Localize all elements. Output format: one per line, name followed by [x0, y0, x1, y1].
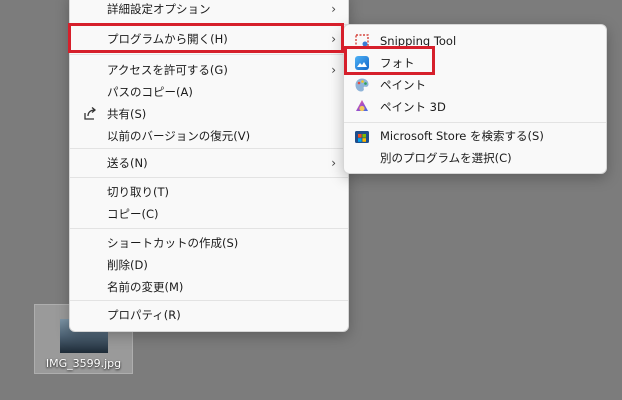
menu-item-label: 共有(S) — [107, 107, 147, 121]
menu-item-label: ショートカットの作成(S) — [107, 236, 239, 250]
paint-3d-icon — [356, 100, 368, 112]
menu-item-label: 以前のバージョンの復元(V) — [107, 129, 251, 143]
menu-item-delete[interactable]: 削除(D) — [70, 254, 348, 276]
share-icon — [84, 107, 97, 120]
submenu-item-choose-another-app[interactable]: 別のプログラムを選択(C) — [344, 147, 606, 169]
menu-item-advanced-options[interactable]: 詳細設定オプション › — [70, 0, 348, 20]
microsoft-store-icon — [355, 131, 369, 143]
chevron-right-icon: › — [331, 2, 336, 16]
menu-item-label: Microsoft Store を検索する(S) — [380, 129, 544, 143]
menu-item-label: 名前の変更(M) — [107, 280, 184, 294]
submenu-item-microsoft-store[interactable]: Microsoft Store を検索する(S) — [344, 125, 606, 147]
chevron-right-icon: › — [331, 156, 336, 170]
menu-separator — [344, 122, 606, 123]
menu-item-share[interactable]: 共有(S) — [70, 103, 348, 125]
menu-item-copy-path[interactable]: パスのコピー(A) — [70, 81, 348, 103]
menu-item-cut[interactable]: 切り取り(T) — [70, 181, 348, 203]
menu-item-label: パスのコピー(A) — [107, 85, 193, 99]
menu-separator — [70, 300, 348, 301]
menu-item-send-to[interactable]: 送る(N) › — [70, 152, 348, 174]
menu-item-properties[interactable]: プロパティ(R) — [70, 304, 348, 326]
chevron-right-icon: › — [331, 63, 336, 77]
menu-item-label: 送る(N) — [107, 156, 148, 170]
menu-item-rename[interactable]: 名前の変更(M) — [70, 276, 348, 298]
menu-separator — [70, 228, 348, 229]
highlight-box-photos — [344, 46, 435, 75]
menu-item-label: プロパティ(R) — [107, 308, 181, 322]
menu-item-label: コピー(C) — [107, 207, 159, 221]
menu-item-label: アクセスを許可する(G) — [107, 63, 228, 77]
menu-separator — [70, 177, 348, 178]
menu-item-label: 別のプログラムを選択(C) — [380, 151, 512, 165]
menu-item-label: ペイント — [380, 78, 426, 92]
menu-item-label: 詳細設定オプション — [107, 2, 211, 16]
menu-item-restore-previous-versions[interactable]: 以前のバージョンの復元(V) — [70, 125, 348, 147]
submenu-item-paint[interactable]: ペイント — [344, 74, 606, 96]
submenu-item-paint-3d[interactable]: ペイント 3D — [344, 96, 606, 118]
menu-item-label: 切り取り(T) — [107, 185, 169, 199]
menu-item-copy[interactable]: コピー(C) — [70, 203, 348, 225]
paint-icon — [355, 78, 369, 92]
menu-item-grant-access[interactable]: アクセスを許可する(G) › — [70, 59, 348, 81]
menu-item-create-shortcut[interactable]: ショートカットの作成(S) — [70, 232, 348, 254]
menu-separator — [70, 148, 348, 149]
highlight-box-open-with — [68, 23, 344, 53]
file-name-label: IMG_3599.jpg — [45, 357, 122, 370]
menu-item-label: ペイント 3D — [380, 100, 446, 114]
menu-separator — [70, 54, 348, 55]
menu-item-label: 削除(D) — [107, 258, 148, 272]
